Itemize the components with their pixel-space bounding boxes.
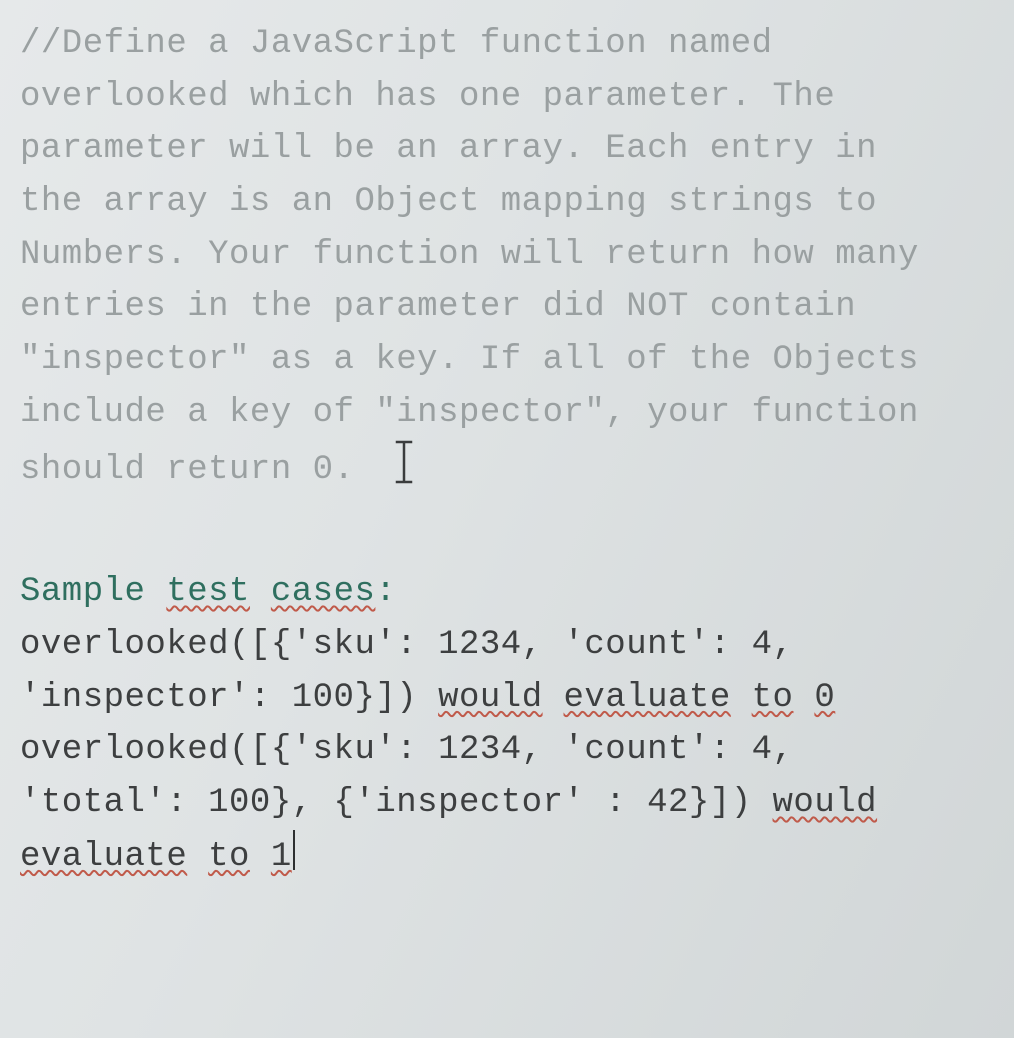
code-text <box>187 837 208 875</box>
comment-line: entries in the parameter did NOT contain <box>20 281 1002 334</box>
code-line: 'total': 100}, {'inspector' : 42}]) woul… <box>20 777 1002 830</box>
comment-text: should return 0. <box>20 451 354 489</box>
comment-line: "inspector" as a key. If all of the Obje… <box>20 334 1002 387</box>
comment-line: should return 0. <box>20 440 1002 497</box>
text-caret-icon <box>293 830 295 871</box>
spellcheck-word: would <box>438 679 543 717</box>
sample-header-text <box>250 573 271 611</box>
comment-line: the array is an Object mapping strings t… <box>20 176 1002 229</box>
sample-header-line: Sample test cases: <box>20 566 1002 619</box>
code-text <box>543 679 564 717</box>
comment-line: Numbers. Your function will return how m… <box>20 229 1002 282</box>
code-line: overlooked([{'sku': 1234, 'count': 4, <box>20 724 1002 777</box>
spellcheck-word: 1 <box>271 837 292 875</box>
spellcheck-word: would <box>773 784 878 822</box>
sample-header-text: : <box>375 573 396 611</box>
sample-header-text: Sample <box>20 573 166 611</box>
text-cursor-icon <box>393 440 415 484</box>
code-text <box>793 679 814 717</box>
spellcheck-word: 0 <box>814 679 835 717</box>
comment-line: //Define a JavaScript function named <box>20 18 1002 71</box>
code-text: 'inspector': 100}]) <box>20 679 438 717</box>
spacing <box>20 496 1002 566</box>
code-line: overlooked([{'sku': 1234, 'count': 4, <box>20 619 1002 672</box>
code-text <box>250 837 271 875</box>
spellcheck-word: test <box>166 573 250 611</box>
code-text <box>731 679 752 717</box>
spellcheck-word: to <box>208 837 250 875</box>
spellcheck-word: cases <box>271 573 376 611</box>
spellcheck-word: to <box>752 679 794 717</box>
comment-line: overlooked which has one parameter. The <box>20 71 1002 124</box>
problem-comment: //Define a JavaScript function named ove… <box>20 18 1002 496</box>
code-text: 'total': 100}, {'inspector' : 42}]) <box>20 784 773 822</box>
code-line: evaluate to 1 <box>20 830 1002 883</box>
comment-line: include a key of "inspector", your funct… <box>20 387 1002 440</box>
sample-section[interactable]: Sample test cases: overlooked([{'sku': 1… <box>20 566 1002 883</box>
spellcheck-word: evaluate <box>20 837 187 875</box>
spellcheck-word: evaluate <box>564 679 731 717</box>
code-line: 'inspector': 100}]) would evaluate to 0 <box>20 672 1002 725</box>
comment-line: parameter will be an array. Each entry i… <box>20 123 1002 176</box>
